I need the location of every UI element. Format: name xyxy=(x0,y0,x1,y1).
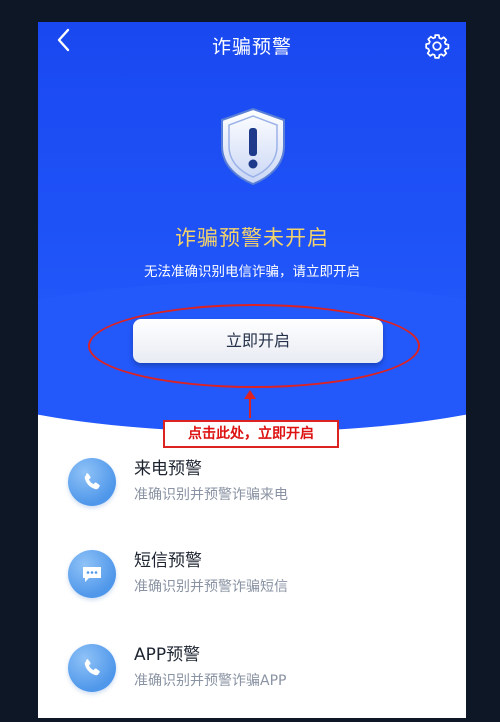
feature-app-warning[interactable]: APP预警 准确识别并预警诈骗APP xyxy=(38,636,466,706)
gear-icon[interactable] xyxy=(424,33,450,59)
feature-title: 来电预警 xyxy=(134,459,202,479)
top-bar: 诈骗预警 xyxy=(38,22,466,72)
status-subtitle: 无法准确识别电信诈骗，请立即开启 xyxy=(144,264,360,280)
message-icon xyxy=(68,550,116,598)
feature-desc: 准确识别并预警诈骗APP xyxy=(134,673,287,689)
annotation-callout: 点击此处，立即开启 xyxy=(163,420,339,448)
feature-desc: 准确识别并预警诈骗来电 xyxy=(134,487,288,503)
page-title: 诈骗预警 xyxy=(211,36,292,58)
annotation-ellipse xyxy=(88,304,420,388)
phone-screen: 诈骗预警 诈骗预警未开启 无法准确识别电信诈骗，请立即开启 立即开启 点击此处，… xyxy=(38,22,466,718)
phone-icon xyxy=(68,644,116,692)
annotation-arrow-line xyxy=(249,396,251,418)
feature-desc: 准确识别并预警诈骗短信 xyxy=(134,579,288,595)
status-title: 诈骗预警未开启 xyxy=(175,226,329,250)
feature-call-warning[interactable]: 来电预警 准确识别并预警诈骗来电 xyxy=(38,450,466,520)
feature-title: 短信预警 xyxy=(134,551,202,571)
shield-exclamation-icon xyxy=(221,107,285,186)
feature-title: APP预警 xyxy=(134,645,201,665)
phone-icon xyxy=(68,458,116,506)
feature-sms-warning[interactable]: 短信预警 准确识别并预警诈骗短信 xyxy=(38,542,466,612)
